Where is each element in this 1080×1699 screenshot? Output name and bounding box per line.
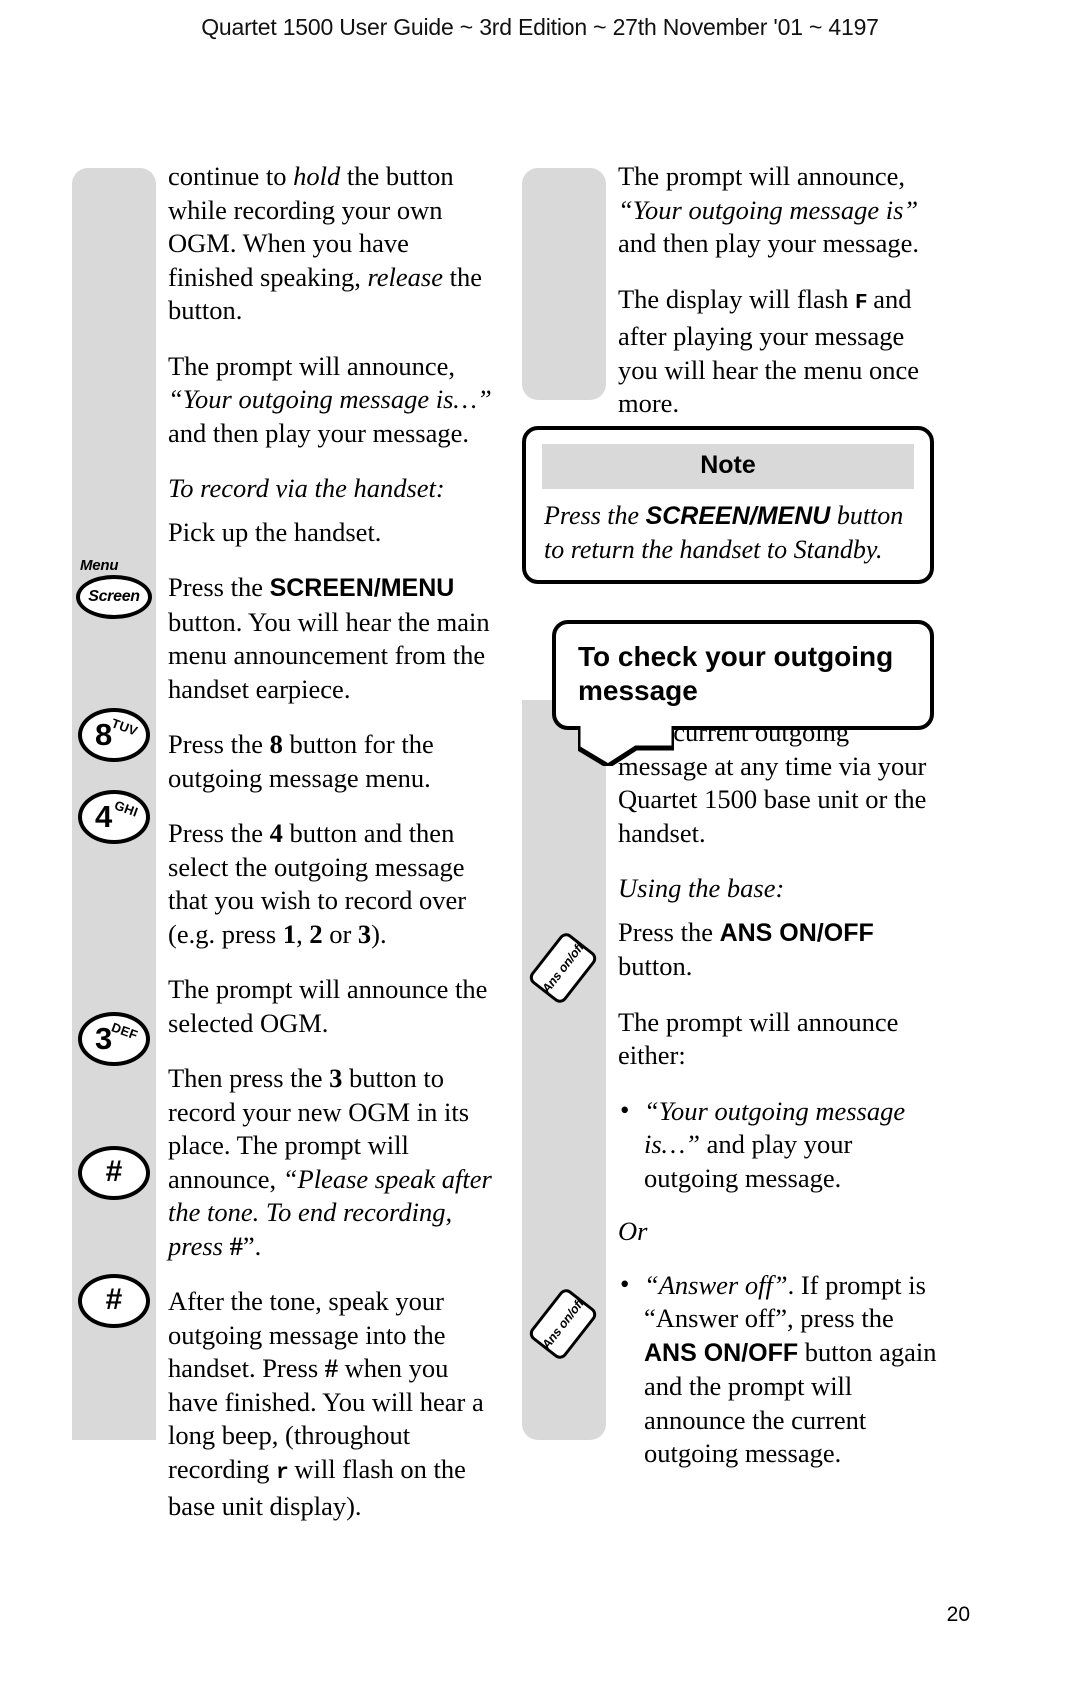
bullet-list: “Your outgoing message is…” and play you… — [618, 1094, 942, 1196]
paragraph: Then press the 3 button to record your n… — [168, 1063, 492, 1261]
right-column-text-bottom: You can check and play back your current… — [618, 683, 942, 1471]
key-4-digit: 4 — [95, 798, 113, 834]
key-8-letters: TUV — [109, 715, 140, 739]
left-column-text: continue to hold the button while record… — [168, 160, 492, 1524]
key-hash-icon: # — [78, 1274, 150, 1328]
bullet-list: “Answer off”. If prompt is “Answer off”,… — [618, 1268, 942, 1471]
key-hash-digit: # — [105, 1155, 123, 1189]
paragraph-heading: Using the base: — [618, 873, 785, 903]
key-3-icon: 3 DEF — [78, 1012, 150, 1066]
right-column-text-top: The prompt will announce, “Your outgoing… — [618, 160, 942, 421]
or-label: Or — [618, 1216, 648, 1246]
note-box-title: Note — [542, 444, 914, 489]
paragraph: Press the SCREEN/MENU button. You will h… — [168, 572, 490, 704]
key-4-icon: 4 GHI — [78, 790, 150, 844]
list-item: “Your outgoing message is…” and play you… — [620, 1094, 942, 1196]
ans-on-off-button-icon: Ans on/off — [526, 930, 600, 1006]
menu-screen-button-icon: Menu Screen — [76, 558, 152, 619]
right-column: The prompt will announce, “Your outgoing… — [522, 160, 942, 1491]
key-3-letters: DEF — [109, 1019, 140, 1043]
menu-screen-label-oval: Screen — [76, 575, 152, 619]
section-heading-text: To check your outgoing message — [578, 641, 894, 706]
note-box-body: Press the SCREEN/MENU button to return t… — [544, 501, 904, 564]
paragraph: After the tone, speak your outgoing mess… — [168, 1286, 484, 1521]
left-column: Menu Screen 8 TUV 4 GHI 3 DEF # # contin… — [72, 160, 492, 1546]
paragraph: Press the 8 button for the outgoing mess… — [168, 729, 434, 793]
key-8-digit: 8 — [95, 716, 113, 752]
key-8-icon: 8 TUV — [78, 708, 150, 762]
paragraph: The display will flash F and after playi… — [618, 283, 919, 419]
paragraph: Press the ANS ON/OFF button. — [618, 916, 874, 982]
key-3-digit: 3 — [95, 1020, 113, 1056]
page-body: Menu Screen 8 TUV 4 GHI 3 DEF # # contin… — [0, 160, 1080, 1560]
ans-on-off-button-icon: Ans on/off — [526, 1286, 600, 1362]
right-gutter-bar-top — [522, 168, 606, 400]
page-number: 20 — [946, 1603, 970, 1626]
paragraph: The prompt will announce the selected OG… — [168, 974, 488, 1038]
list-item: “Answer off”. If prompt is “Answer off”,… — [620, 1268, 942, 1471]
paragraph: Pick up the handset. — [168, 516, 382, 547]
key-hash-icon: # — [78, 1146, 150, 1200]
paragraph: continue to hold the button while record… — [168, 161, 482, 325]
note-box: Note Press the SCREEN/MENU button to ret… — [522, 426, 934, 584]
paragraph: The prompt will announce either: — [618, 1006, 899, 1071]
section-heading-bubble: To check your outgoing message — [552, 620, 934, 766]
speech-bubble-tail-icon — [578, 722, 674, 766]
running-head: Quartet 1500 User Guide ~ 3rd Edition ~ … — [201, 14, 879, 40]
menu-screen-label-top: Menu — [80, 557, 119, 574]
paragraph: The prompt will announce, “Your outgoing… — [168, 350, 492, 448]
paragraph-heading: To record via the handset: — [168, 473, 445, 503]
paragraph: Press the 4 button and then select the o… — [168, 818, 467, 949]
key-hash-digit: # — [105, 1283, 123, 1317]
paragraph: The prompt will announce, “Your outgoing… — [618, 161, 919, 258]
key-4-letters: GHI — [112, 797, 141, 820]
